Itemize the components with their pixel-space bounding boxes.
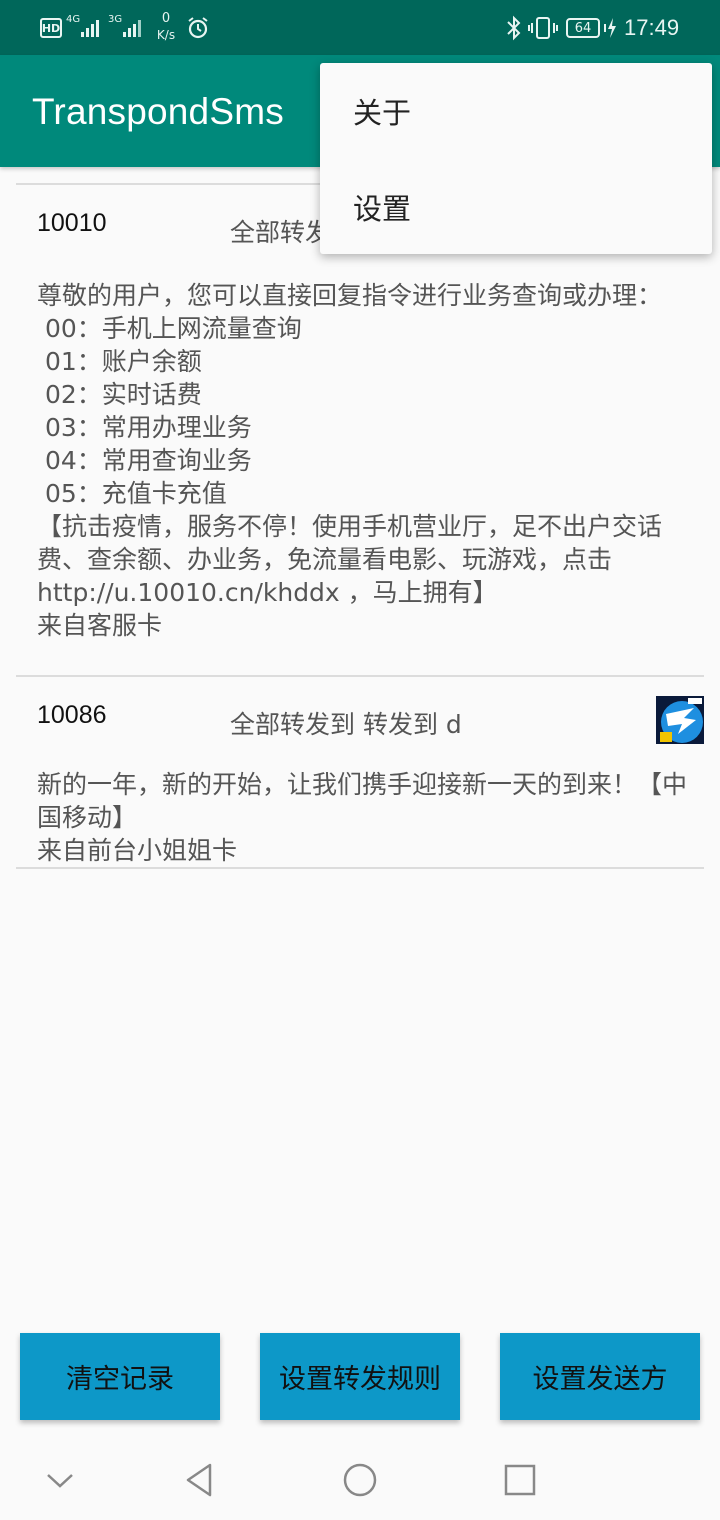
- list-item[interactable]: 10086 全部转发到 转发到 d 新的一年，新的开始，让我们携手迎接新一天的到…: [0, 677, 720, 867]
- signal-bars-icon: [81, 19, 100, 37]
- net-speed-unit: K/s: [156, 28, 176, 42]
- sim2-network-label: 3G: [108, 14, 123, 25]
- clock: 17:49: [624, 14, 680, 40]
- home-icon[interactable]: [340, 1460, 380, 1500]
- signal-bars-icon: [123, 19, 142, 37]
- battery-level: 64: [574, 20, 592, 36]
- sms-body: 尊敬的用户，您可以直接回复指令进行业务查询或办理： 00：手机上网流量查询 01…: [37, 281, 663, 640]
- sms-sender: 10010: [37, 209, 107, 237]
- navigation-bar: [0, 1440, 720, 1520]
- set-forward-rules-button[interactable]: 设置转发规则: [260, 1333, 460, 1420]
- recents-icon[interactable]: [500, 1460, 540, 1500]
- battery-icon: 64: [566, 18, 600, 38]
- overflow-menu: 关于 设置: [320, 63, 712, 254]
- status-bar: HD 4G 3G 0 K/s 64 17:49: [0, 0, 720, 55]
- charging-icon: [604, 0, 618, 55]
- signal-icon-sim1: 4G: [66, 0, 102, 55]
- sms-forward-rule: 全部转发到 转发到 d: [230, 710, 462, 739]
- signal-icon-sim2: 3G: [108, 0, 144, 55]
- menu-item-about[interactable]: 关于: [320, 63, 712, 159]
- vibrate-icon: [528, 0, 558, 55]
- app-title: TranspondSms: [32, 91, 284, 132]
- sim1-network-label: 4G: [66, 14, 81, 25]
- net-speed-value: 0: [161, 11, 171, 26]
- screen: HD 4G 3G 0 K/s 64 17:49 TranspondSms 100…: [0, 0, 720, 1520]
- hd-icon: HD: [40, 18, 62, 38]
- menu-item-settings[interactable]: 设置: [320, 159, 712, 255]
- net-speed: 0 K/s: [153, 10, 179, 44]
- alarm-icon: [186, 0, 210, 55]
- bluetooth-icon: [505, 0, 523, 55]
- set-senders-button[interactable]: 设置发送方: [500, 1333, 700, 1420]
- sms-body: 新的一年，新的开始，让我们携手迎接新一天的到来！【中国移动】 来自前台小姐姐卡: [37, 770, 688, 865]
- clear-records-button[interactable]: 清空记录: [20, 1333, 220, 1420]
- list-divider: [16, 867, 704, 869]
- sms-sender: 10086: [37, 701, 107, 729]
- sender-avatar-icon: [656, 696, 704, 744]
- hide-nav-chevron-down-icon[interactable]: [40, 1460, 80, 1500]
- sms-forward-rule: 全部转发: [230, 218, 331, 247]
- back-icon[interactable]: [180, 1460, 220, 1500]
- list-item[interactable]: 10010 全部转发 尊敬的用户，您可以直接回复指令进行业务查询或办理： 00：…: [0, 185, 720, 675]
